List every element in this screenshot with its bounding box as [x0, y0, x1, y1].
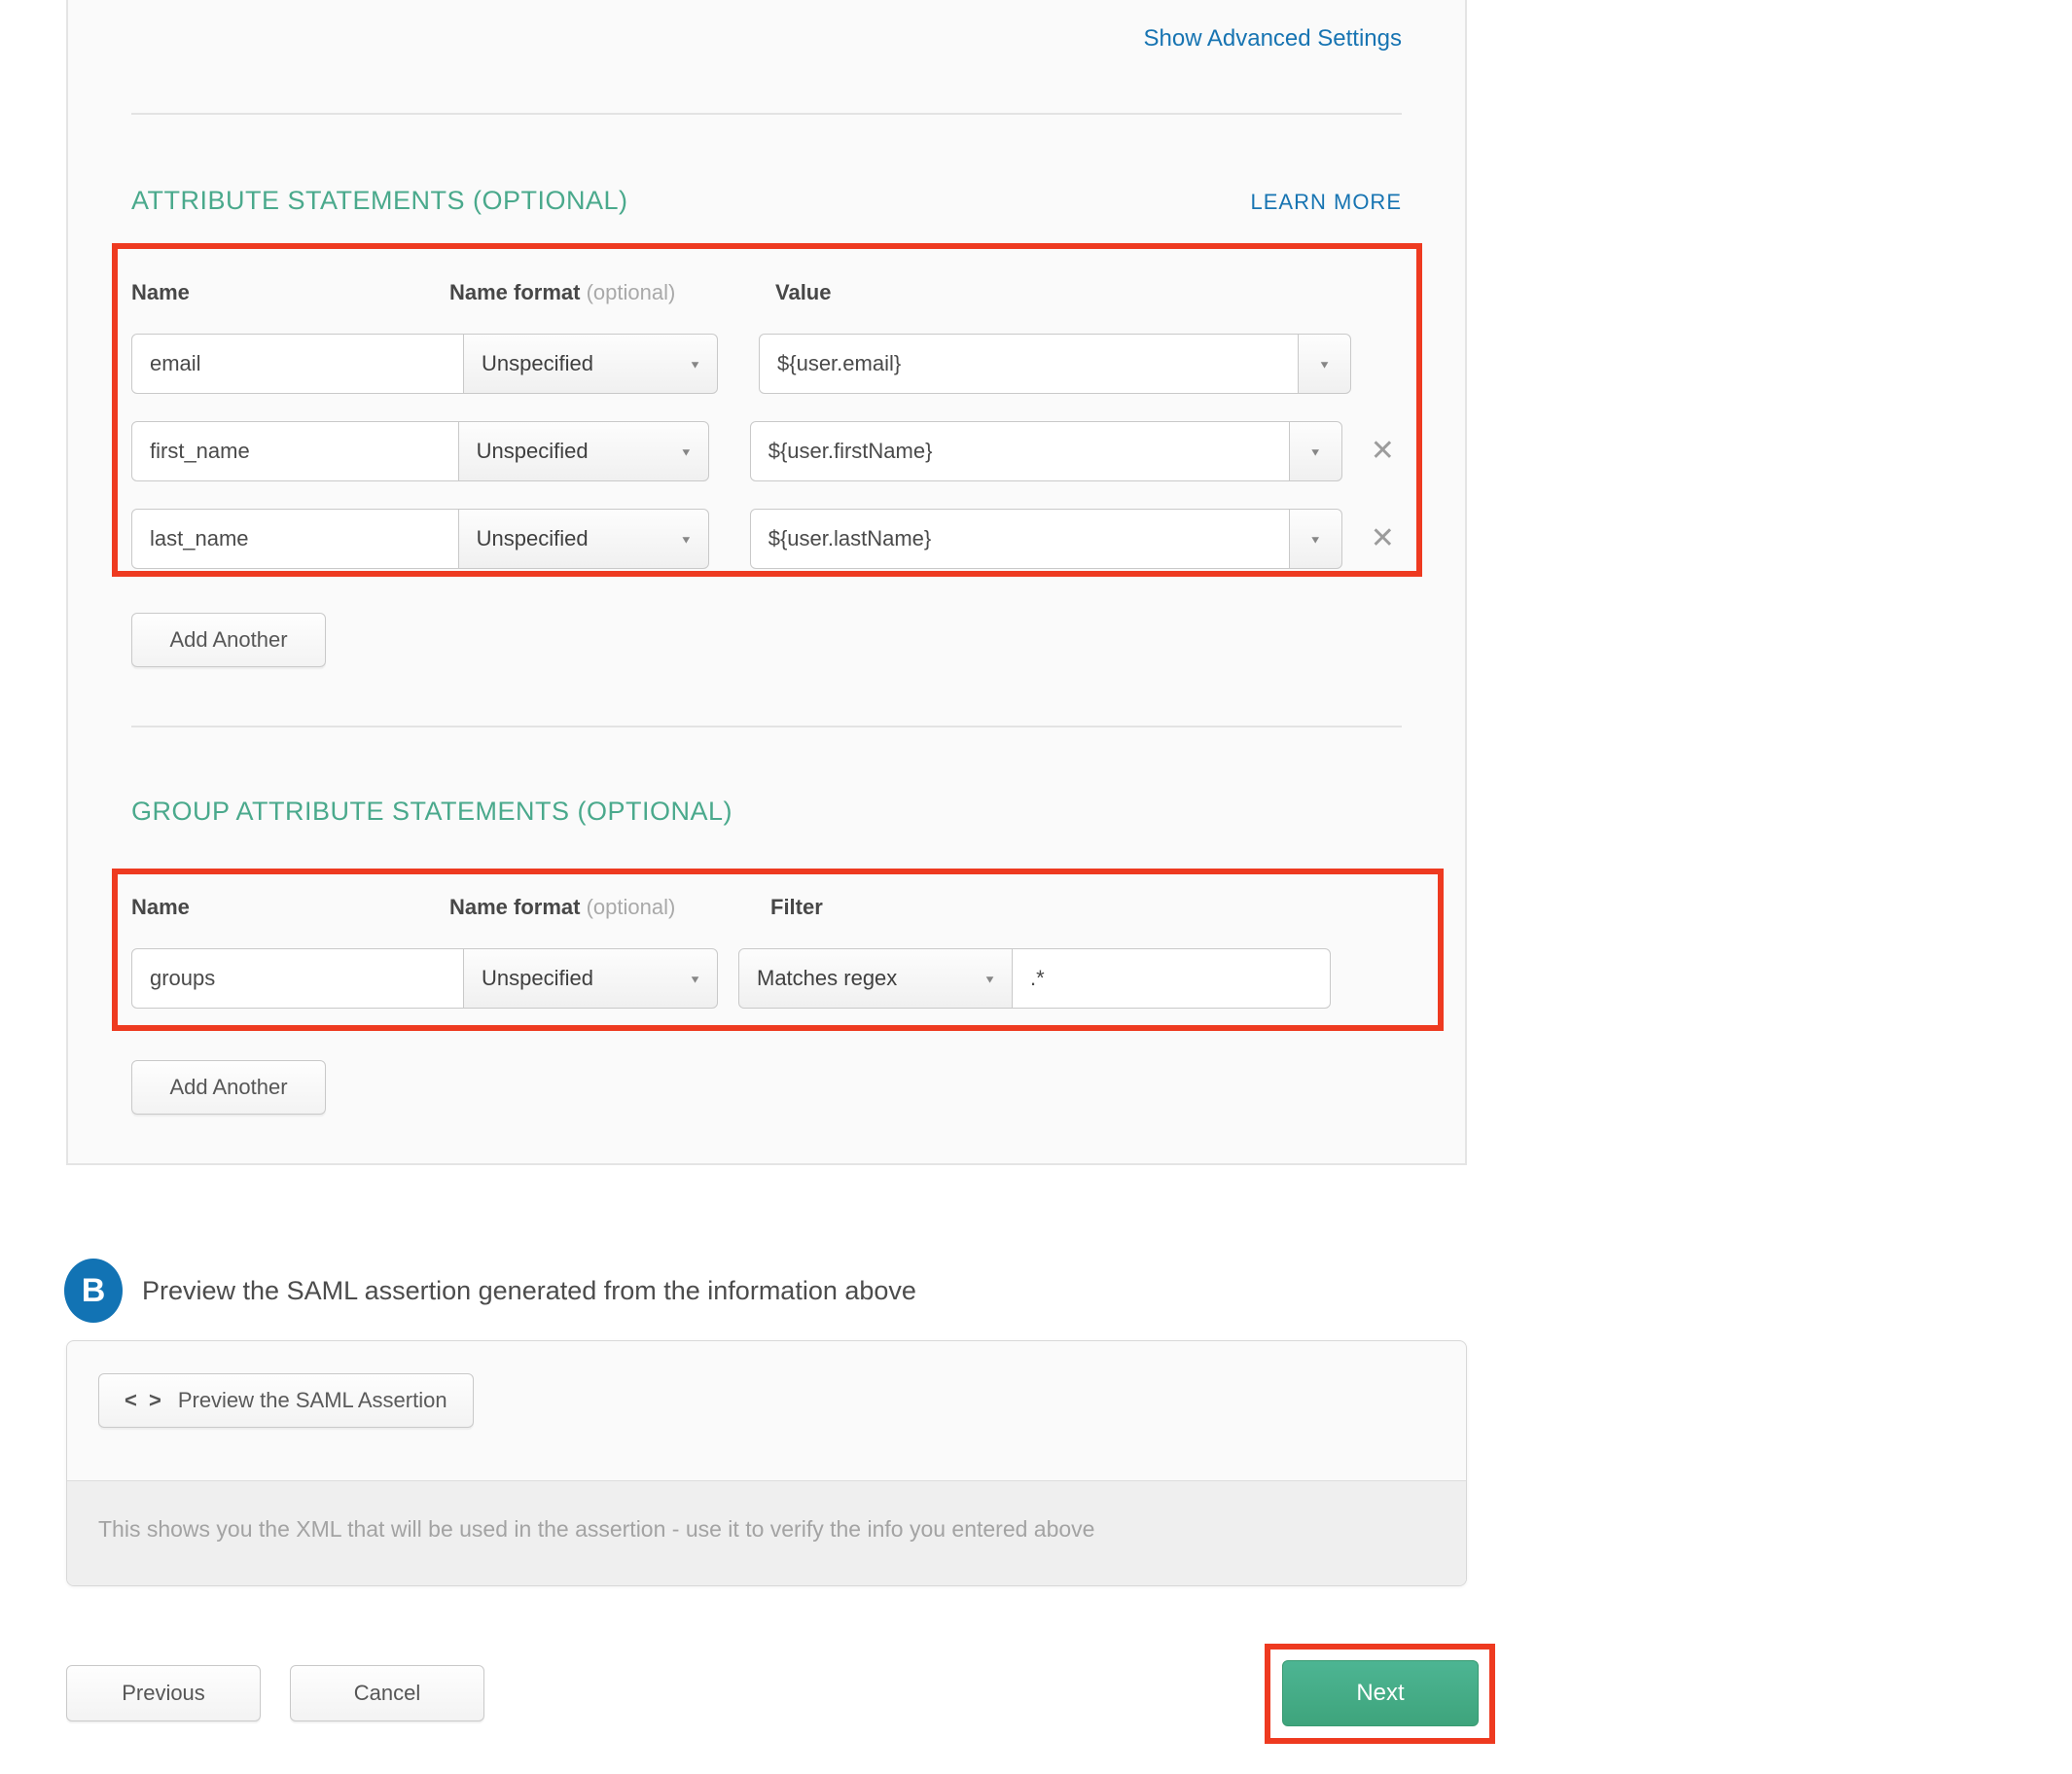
preview-assertion-panel: < > Preview the SAML Assertion This show…: [66, 1340, 1467, 1586]
name-format-select[interactable]: Unspecified ▼: [463, 334, 718, 394]
attribute-name-input[interactable]: [131, 334, 464, 394]
advanced-settings-row: Show Advanced Settings: [131, 25, 1402, 53]
step-b-badge: B: [64, 1259, 123, 1323]
optional-label: (optional): [587, 895, 676, 919]
caret-down-icon: ▼: [1318, 358, 1331, 371]
preview-button-label: Preview the SAML Assertion: [178, 1388, 447, 1413]
value-column-header: Value: [760, 280, 831, 305]
remove-row-icon[interactable]: ✕: [1364, 437, 1402, 466]
filter-value-input[interactable]: [1012, 948, 1331, 1009]
filter-column-header: Filter: [739, 895, 823, 920]
selected-option: Unspecified: [477, 439, 589, 464]
caret-down-icon: ▼: [689, 358, 701, 371]
value-select-button[interactable]: ▼: [1298, 334, 1351, 394]
section-divider: [131, 113, 1402, 115]
name-format-label: Name format: [449, 895, 580, 919]
cancel-button[interactable]: Cancel: [290, 1665, 484, 1721]
caret-down-icon: ▼: [983, 973, 996, 985]
group-attribute-row-groups: Unspecified ▼ Matches regex ▼: [131, 948, 1402, 1009]
filter-type-select[interactable]: Matches regex ▼: [738, 948, 1013, 1009]
caret-down-icon: ▼: [689, 973, 701, 985]
name-format-label: Name format: [449, 280, 580, 304]
step-b-title: Preview the SAML assertion generated fro…: [142, 1276, 916, 1306]
caret-down-icon: ▼: [1309, 445, 1322, 458]
preview-panel-top: < > Preview the SAML Assertion: [67, 1341, 1466, 1480]
add-another-group-attribute-button[interactable]: Add Another: [131, 1060, 326, 1115]
attribute-value-input[interactable]: [759, 334, 1299, 394]
preview-panel-note: This shows you the XML that will be used…: [67, 1480, 1466, 1585]
attribute-value-input[interactable]: [750, 509, 1290, 569]
attribute-row-last-name: Unspecified ▼ ▼ ✕: [131, 509, 1402, 569]
name-column-header: Name: [131, 280, 449, 305]
optional-label: (optional): [587, 280, 676, 304]
saml-settings-card: Show Advanced Settings ATTRIBUTE STATEME…: [66, 0, 1467, 1165]
caret-down-icon: ▼: [1309, 533, 1322, 546]
group-table-headers: Name Name format (optional) Filter: [131, 895, 1402, 920]
add-another-attribute-button[interactable]: Add Another: [131, 613, 326, 667]
name-format-select[interactable]: Unspecified ▼: [458, 421, 709, 481]
filter-group: Matches regex ▼: [738, 948, 1331, 1009]
attribute-name-input[interactable]: [131, 509, 459, 569]
section-divider: [131, 726, 1402, 727]
selected-option: Unspecified: [477, 526, 589, 551]
group-name-input[interactable]: [131, 948, 464, 1009]
selected-option: Unspecified: [482, 966, 593, 991]
attribute-statements-header-row: ATTRIBUTE STATEMENTS (OPTIONAL) LEARN MO…: [131, 185, 1402, 216]
selected-option: Matches regex: [757, 966, 897, 991]
name-format-select[interactable]: Unspecified ▼: [463, 948, 718, 1009]
preview-saml-assertion-button[interactable]: < > Preview the SAML Assertion: [98, 1373, 474, 1428]
name-format-column-header: Name format (optional): [449, 280, 760, 305]
attribute-table-headers: Name Name format (optional) Value: [131, 280, 1402, 305]
caret-down-icon: ▼: [680, 445, 693, 458]
attribute-row-email: Unspecified ▼ ▼: [131, 334, 1402, 394]
value-select-button[interactable]: ▼: [1289, 421, 1342, 481]
show-advanced-settings-link[interactable]: Show Advanced Settings: [1143, 25, 1402, 52]
value-group: ▼: [759, 334, 1351, 394]
name-format-column-header: Name format (optional): [449, 895, 739, 920]
value-group: ▼: [750, 509, 1342, 569]
name-column-header: Name: [131, 895, 449, 920]
group-attribute-statements-title: GROUP ATTRIBUTE STATEMENTS (OPTIONAL): [131, 796, 732, 827]
value-select-button[interactable]: ▼: [1289, 509, 1342, 569]
next-button[interactable]: Next: [1282, 1660, 1479, 1726]
caret-down-icon: ▼: [680, 533, 693, 546]
learn-more-link[interactable]: LEARN MORE: [1251, 190, 1402, 215]
name-format-select[interactable]: Unspecified ▼: [458, 509, 709, 569]
group-attribute-statements-header-row: GROUP ATTRIBUTE STATEMENTS (OPTIONAL): [131, 796, 1402, 827]
previous-button[interactable]: Previous: [66, 1665, 261, 1721]
code-icon: < >: [125, 1388, 164, 1413]
selected-option: Unspecified: [482, 351, 593, 376]
attribute-row-first-name: Unspecified ▼ ▼ ✕: [131, 421, 1402, 481]
value-group: ▼: [750, 421, 1342, 481]
attribute-statements-title: ATTRIBUTE STATEMENTS (OPTIONAL): [131, 185, 628, 216]
attribute-name-input[interactable]: [131, 421, 459, 481]
attribute-value-input[interactable]: [750, 421, 1290, 481]
remove-row-icon[interactable]: ✕: [1364, 524, 1402, 553]
